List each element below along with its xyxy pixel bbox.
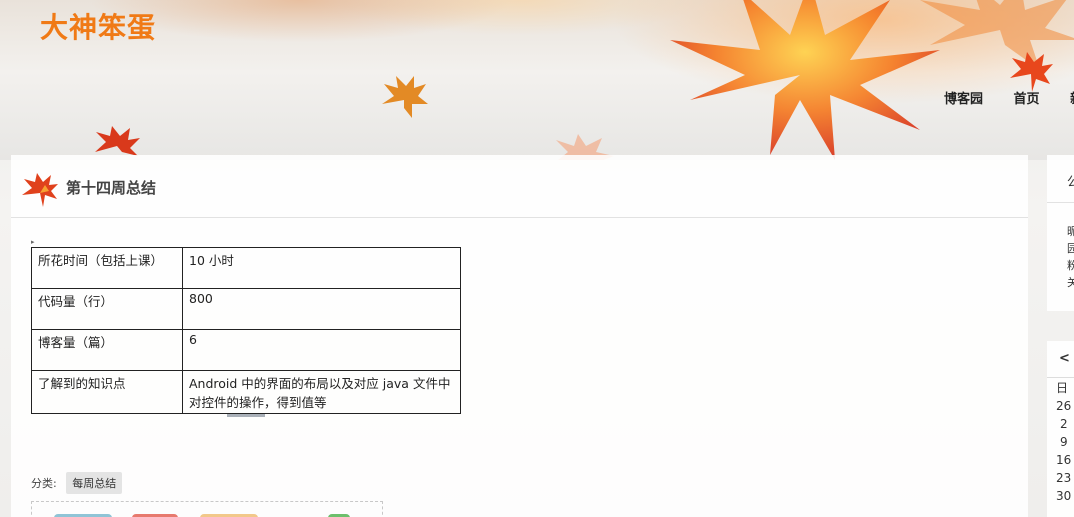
calendar-day[interactable]: 30 <box>1056 487 1071 505</box>
share-buttons-box <box>31 501 383 517</box>
sidebar-notice: 公 昵 园 粉 关 <box>1047 155 1074 311</box>
weekly-stats-table: 所花时间（包括上课） 10 小时 代码量（行） 800 博客量（篇） 6 了解到… <box>31 247 461 414</box>
table-row: 所花时间（包括上课） 10 小时 <box>31 247 461 289</box>
table-cell-value: 6 <box>182 329 461 371</box>
top-nav: 博客园 首页 新 <box>944 88 1074 107</box>
table-cell-value: Android 中的界面的布局以及对应 java 文件中对控件的操作，得到值等 <box>182 370 461 414</box>
calendar-day[interactable]: 16 <box>1056 451 1071 469</box>
table-cell-value: 800 <box>182 288 461 330</box>
expand-arrow-icon: ▸ <box>31 238 35 246</box>
sidebar-notice-header: 公 <box>1047 155 1074 203</box>
maple-leaf-icon <box>22 173 58 207</box>
sidebar-line[interactable]: 昵 <box>1067 223 1074 240</box>
nav-item-home[interactable]: 首页 <box>1014 92 1040 107</box>
table-row: 了解到的知识点 Android 中的界面的布局以及对应 java 文件中对控件的… <box>31 370 461 414</box>
maple-leaf-icon <box>382 76 428 118</box>
nav-item-new[interactable]: 新 <box>1070 92 1074 107</box>
calendar-day[interactable]: 26 <box>1056 397 1071 415</box>
category-label: 分类: <box>31 477 57 490</box>
sidebar-calendar: < 日 26 2 9 16 23 30 <box>1047 341 1074 517</box>
calendar-weekday-head: 日 <box>1056 381 1069 395</box>
header-banner: 大神笨蛋 博客园 首页 新 <box>0 0 1074 160</box>
nav-item-cnblogs[interactable]: 博客园 <box>944 92 983 107</box>
calendar-day[interactable]: 9 <box>1056 433 1071 451</box>
post-category: 分类: 每周总结 <box>31 472 123 494</box>
maple-leaf-icon <box>670 0 940 160</box>
table-row: 博客量（篇） 6 <box>31 329 461 371</box>
post-card: 第十四周总结 ▸ 所花时间（包括上课） 10 小时 代码量（行） 800 博客量… <box>11 155 1028 517</box>
post-title[interactable]: 第十四周总结 <box>66 177 156 198</box>
sidebar-line[interactable]: 园 <box>1067 240 1074 257</box>
table-resize-handle[interactable] <box>227 414 265 417</box>
calendar-day[interactable]: 23 <box>1056 469 1071 487</box>
calendar-days: 日 26 2 9 16 23 30 <box>1056 379 1071 505</box>
calendar-day[interactable]: 2 <box>1056 415 1071 433</box>
table-cell-key: 了解到的知识点 <box>31 370 183 414</box>
sidebar-notice-title: 公 <box>1067 175 1074 190</box>
table-cell-key: 博客量（篇） <box>31 329 183 371</box>
category-tag-link[interactable]: 每周总结 <box>66 472 123 494</box>
sidebar-line[interactable]: 粉 <box>1067 257 1074 274</box>
table-cell-key: 所花时间（包括上课） <box>31 247 183 289</box>
divider <box>1047 377 1074 378</box>
sidebar-notice-lines: 昵 园 粉 关 <box>1067 223 1074 291</box>
maple-leaf-icon <box>1010 52 1053 92</box>
table-cell-key: 代码量（行） <box>31 288 183 330</box>
sidebar-line[interactable]: 关 <box>1067 274 1074 291</box>
calendar-prev-button[interactable]: < <box>1059 351 1070 366</box>
table-row: 代码量（行） 800 <box>31 288 461 330</box>
table-cell-value: 10 小时 <box>182 247 461 289</box>
site-title[interactable]: 大神笨蛋 <box>40 6 156 46</box>
post-header: 第十四周总结 <box>11 155 1028 218</box>
